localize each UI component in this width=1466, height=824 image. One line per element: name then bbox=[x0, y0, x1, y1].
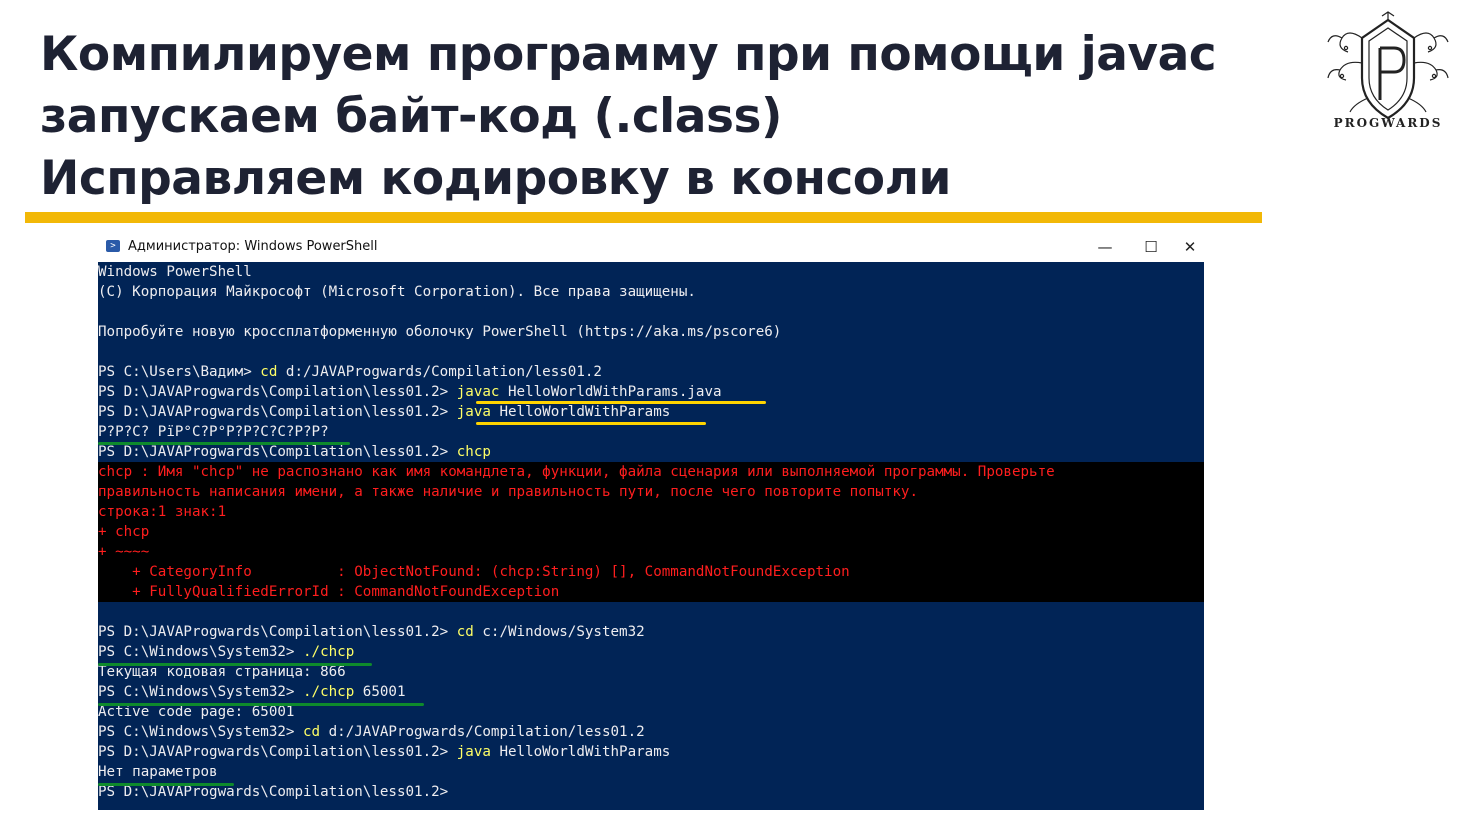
console-error-line: + ~~~~ bbox=[98, 544, 150, 560]
command-args: c:/Windows/System32 bbox=[473, 624, 645, 640]
console-prompt-line: PS D:\JAVAProgwards\Compilation\less01.2… bbox=[98, 782, 1204, 802]
console-prompt-line: PS C:\Users\Вадим> cd d:/JAVAProgwards/C… bbox=[98, 362, 1204, 382]
powershell-icon: > bbox=[106, 240, 120, 252]
prompt-text: PS D:\JAVAProgwards\Compilation\less01.2… bbox=[98, 784, 457, 800]
maximize-button[interactable]: ☐ bbox=[1130, 235, 1172, 259]
command-args: HelloWorldWithParams.java bbox=[499, 384, 722, 400]
command-name: chcp bbox=[456, 444, 491, 460]
console-output-line: Попробуйте новую кроссплатформенную обол… bbox=[98, 324, 782, 340]
command-name: ./chcp bbox=[303, 684, 355, 700]
console-prompt-line: PS D:\JAVAProgwards\Compilation\less01.2… bbox=[98, 382, 1204, 402]
console-error-line: строка:1 знак:1 bbox=[98, 504, 227, 520]
console-lines: Windows PowerShell (C) Корпорация Майкрос… bbox=[98, 262, 1204, 802]
command-name: javac bbox=[456, 384, 500, 400]
window-title: Администратор: Windows PowerShell bbox=[128, 239, 378, 254]
slide-title: Компилируем программу при помощи javac з… bbox=[40, 24, 1280, 210]
command-args: HelloWorldWithParams bbox=[490, 404, 671, 420]
prompt-text: PS C:\Windows\System32> bbox=[98, 684, 303, 700]
prompt-text: PS D:\JAVAProgwards\Compilation\less01.2… bbox=[98, 624, 457, 640]
console-output-line: Нет параметров bbox=[98, 764, 218, 780]
minimize-button[interactable]: — bbox=[1084, 235, 1126, 259]
highlight-underline-garbled-output bbox=[98, 442, 350, 445]
prompt-text: PS C:\Windows\System32> bbox=[98, 724, 303, 740]
console-prompt-line: PS C:\Windows\System32> ./chcp 65001 bbox=[98, 682, 1204, 702]
powershell-window: > Администратор: Windows PowerShell — ☐ … bbox=[98, 233, 1204, 810]
highlight-underline-javac bbox=[476, 401, 766, 404]
highlight-underline-result bbox=[98, 783, 234, 786]
highlight-underline-chcp bbox=[98, 663, 372, 666]
slide-title-line-3: Исправляем кодировку в консоли bbox=[40, 151, 951, 206]
command-name: cd bbox=[456, 624, 474, 640]
highlight-underline-java bbox=[476, 422, 706, 425]
console-prompt-line: PS D:\JAVAProgwards\Compilation\less01.2… bbox=[98, 742, 1204, 762]
command-name: java bbox=[456, 744, 491, 760]
console-output-line: (C) Корпорация Майкрософт (Microsoft Cor… bbox=[98, 284, 696, 300]
slide-title-line-1: Компилируем программу при помощи javac bbox=[40, 27, 1217, 82]
prompt-text: PS D:\JAVAProgwards\Compilation\less01.2… bbox=[98, 404, 457, 420]
console-prompt-line: PS D:\JAVAProgwards\Compilation\less01.2… bbox=[98, 442, 1204, 462]
console-error-line: + chcp bbox=[98, 524, 150, 540]
prompt-text: PS C:\Users\Вадим> bbox=[98, 364, 261, 380]
prompt-text: PS C:\Windows\System32> bbox=[98, 644, 303, 660]
console-prompt-line: PS C:\Windows\System32> cd d:/JAVAProgwa… bbox=[98, 722, 1204, 742]
command-args: d:/JAVAProgwards/Compilation/less01.2 bbox=[320, 724, 645, 740]
prompt-text: PS D:\JAVAProgwards\Compilation\less01.2… bbox=[98, 384, 457, 400]
console-error-line: правильность написания имени, а также на… bbox=[98, 484, 918, 500]
console-prompt-line: PS D:\JAVAProgwards\Compilation\less01.2… bbox=[98, 402, 1204, 422]
command-args: 65001 bbox=[354, 684, 406, 700]
slide-title-line-2: запускаем байт-код (.class) bbox=[40, 89, 782, 144]
prompt-text: PS D:\JAVAProgwards\Compilation\less01.2… bbox=[98, 744, 457, 760]
command-name: java bbox=[456, 404, 491, 420]
command-args: HelloWorldWithParams bbox=[490, 744, 671, 760]
highlight-underline-chcp-65001 bbox=[98, 703, 424, 706]
command-name: cd bbox=[260, 364, 278, 380]
console-error-line: chcp : Имя "chcp" не распознано как имя … bbox=[98, 464, 1055, 480]
console-output-line: Windows PowerShell bbox=[98, 264, 252, 280]
command-name: cd bbox=[303, 724, 321, 740]
logo-wordmark: PROGWARDS bbox=[1333, 116, 1443, 130]
command-args: d:/JAVAProgwards/Compilation/less01.2 bbox=[277, 364, 602, 380]
prompt-text: PS D:\JAVAProgwards\Compilation\less01.2… bbox=[98, 444, 457, 460]
command-name: ./chcp bbox=[303, 644, 355, 660]
console-error-line: + CategoryInfo : ObjectNotFound: (chcp:S… bbox=[98, 564, 850, 580]
window-titlebar[interactable]: > Администратор: Windows PowerShell — ☐ … bbox=[98, 233, 1204, 262]
close-button[interactable]: ✕ bbox=[1176, 235, 1204, 259]
console-prompt-line: PS C:\Windows\System32> ./chcp bbox=[98, 642, 1204, 662]
console-output-line: Р?Р?С? РїР°С?Р°Р?Р?С?С?Р?Р? bbox=[98, 424, 329, 440]
console-prompt-line: PS D:\JAVAProgwards\Compilation\less01.2… bbox=[98, 622, 1204, 642]
title-accent-bar bbox=[25, 212, 1262, 223]
console-area[interactable]: Windows PowerShell (C) Корпорация Майкрос… bbox=[98, 262, 1204, 810]
console-error-line: + FullyQualifiedErrorId : CommandNotFoun… bbox=[98, 584, 560, 600]
